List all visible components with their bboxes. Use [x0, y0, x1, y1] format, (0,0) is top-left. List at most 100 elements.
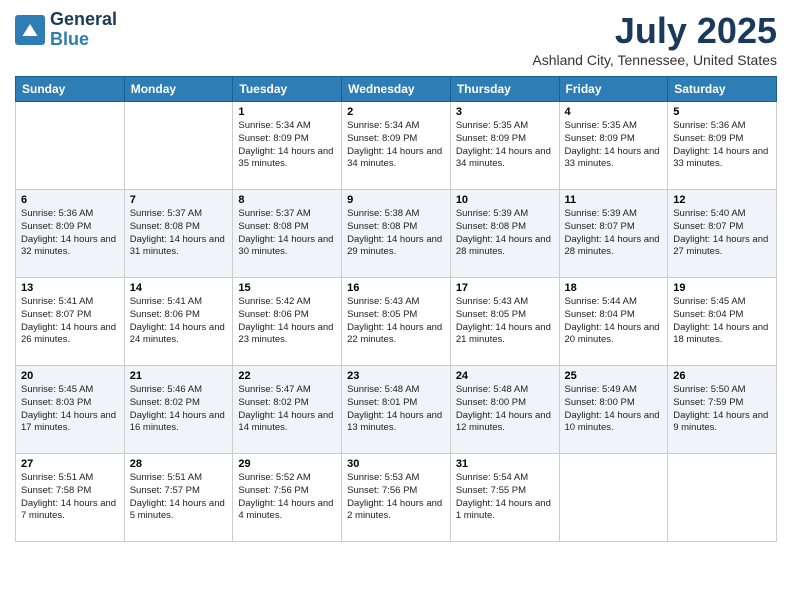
day-number: 3	[456, 106, 554, 118]
day-info: Sunrise: 5:35 AMSunset: 8:09 PMDaylight:…	[565, 120, 663, 171]
day-number: 15	[238, 282, 336, 294]
day-number: 25	[565, 370, 663, 382]
day-cell: 14 Sunrise: 5:41 AMSunset: 8:06 PMDayligh…	[124, 278, 233, 366]
day-cell: 2 Sunrise: 5:34 AMSunset: 8:09 PMDaylight…	[342, 102, 451, 190]
day-number: 7	[130, 194, 228, 206]
day-cell: 12Sunrise: 5:40 AMSunset: 8:07 PMDayligh…	[668, 190, 777, 278]
day-cell: 18 Sunrise: 5:44 AMSunset: 8:04 PMDayligh…	[559, 278, 668, 366]
day-cell: 3Sunrise: 5:35 AMSunset: 8:09 PMDaylight…	[450, 102, 559, 190]
day-cell: 20Sunrise: 5:45 AMSunset: 8:03 PMDayligh…	[16, 366, 125, 454]
day-number: 16	[347, 282, 445, 294]
day-number: 18	[565, 282, 663, 294]
day-number: 31	[456, 458, 554, 470]
day-cell	[668, 454, 777, 542]
day-number: 19	[673, 282, 771, 294]
day-number: 21	[130, 370, 228, 382]
week-row-4: 20Sunrise: 5:45 AMSunset: 8:03 PMDayligh…	[16, 366, 777, 454]
calendar-header: SundayMondayTuesdayWednesdayThursdayFrid…	[16, 77, 777, 102]
day-cell	[16, 102, 125, 190]
month-title: July 2025	[532, 10, 777, 52]
day-info: Sunrise: 5:49 AMSunset: 8:00 PMDaylight:…	[565, 384, 663, 435]
day-cell: 15 Sunrise: 5:42 AMSunset: 8:06 PMDayligh…	[233, 278, 342, 366]
day-info: Sunrise: 5:39 AMSunset: 8:08 PMDaylight:…	[456, 208, 554, 259]
day-info: Sunrise: 5:39 AMSunset: 8:07 PMDaylight:…	[565, 208, 663, 259]
header-cell-monday: Monday	[124, 77, 233, 102]
day-number: 24	[456, 370, 554, 382]
day-number: 6	[21, 194, 119, 206]
header-cell-tuesday: Tuesday	[233, 77, 342, 102]
day-cell: 13Sunrise: 5:41 AMSunset: 8:07 PMDayligh…	[16, 278, 125, 366]
day-cell: 8Sunrise: 5:37 AMSunset: 8:08 PMDaylight…	[233, 190, 342, 278]
day-cell: 21 Sunrise: 5:46 AMSunset: 8:02 PMDayligh…	[124, 366, 233, 454]
day-info: Sunrise: 5:42 AMSunset: 8:06 PMDaylight:…	[238, 296, 336, 347]
day-cell: 5Sunrise: 5:36 AMSunset: 8:09 PMDaylight…	[668, 102, 777, 190]
day-cell: 28Sunrise: 5:51 AMSunset: 7:57 PMDayligh…	[124, 454, 233, 542]
day-info: Sunrise: 5:51 AMSunset: 7:58 PMDaylight:…	[21, 472, 119, 523]
day-info: Sunrise: 5:48 AMSunset: 8:01 PMDaylight:…	[347, 384, 445, 435]
day-number: 27	[21, 458, 119, 470]
day-cell: 26Sunrise: 5:50 AMSunset: 7:59 PMDayligh…	[668, 366, 777, 454]
day-cell: 23 Sunrise: 5:48 AMSunset: 8:01 PMDayligh…	[342, 366, 451, 454]
day-info: Sunrise: 5:51 AMSunset: 7:57 PMDaylight:…	[130, 472, 228, 523]
day-number: 26	[673, 370, 771, 382]
day-number: 10	[456, 194, 554, 206]
day-number: 13	[21, 282, 119, 294]
header-cell-friday: Friday	[559, 77, 668, 102]
calendar-body: 1Sunrise: 5:34 AMSunset: 8:09 PMDaylight…	[16, 102, 777, 542]
location: Ashland City, Tennessee, United States	[532, 52, 777, 68]
day-cell: 16 Sunrise: 5:43 AMSunset: 8:05 PMDayligh…	[342, 278, 451, 366]
day-cell: 24Sunrise: 5:48 AMSunset: 8:00 PMDayligh…	[450, 366, 559, 454]
day-cell: 25 Sunrise: 5:49 AMSunset: 8:00 PMDayligh…	[559, 366, 668, 454]
day-info: Sunrise: 5:37 AMSunset: 8:08 PMDaylight:…	[238, 208, 336, 259]
day-info: Sunrise: 5:45 AMSunset: 8:04 PMDaylight:…	[673, 296, 771, 347]
day-number: 17	[456, 282, 554, 294]
day-cell: 19 Sunrise: 5:45 AMSunset: 8:04 PMDayligh…	[668, 278, 777, 366]
calendar-table: SundayMondayTuesdayWednesdayThursdayFrid…	[15, 76, 777, 542]
day-number: 2	[347, 106, 445, 118]
day-cell: 22Sunrise: 5:47 AMSunset: 8:02 PMDayligh…	[233, 366, 342, 454]
day-cell: 31Sunrise: 5:54 AMSunset: 7:55 PMDayligh…	[450, 454, 559, 542]
week-row-5: 27 Sunrise: 5:51 AMSunset: 7:58 PMDayligh…	[16, 454, 777, 542]
header-cell-sunday: Sunday	[16, 77, 125, 102]
day-info: Sunrise: 5:44 AMSunset: 8:04 PMDaylight:…	[565, 296, 663, 347]
day-cell: 10 Sunrise: 5:39 AMSunset: 8:08 PMDayligh…	[450, 190, 559, 278]
header-row: SundayMondayTuesdayWednesdayThursdayFrid…	[16, 77, 777, 102]
day-number: 11	[565, 194, 663, 206]
day-cell: 17 Sunrise: 5:43 AMSunset: 8:05 PMDayligh…	[450, 278, 559, 366]
week-row-2: 6 Sunrise: 5:36 AMSunset: 8:09 PMDaylight…	[16, 190, 777, 278]
day-number: 9	[347, 194, 445, 206]
day-info: Sunrise: 5:43 AMSunset: 8:05 PMDaylight:…	[456, 296, 554, 347]
day-info: Sunrise: 5:37 AMSunset: 8:08 PMDaylight:…	[130, 208, 228, 259]
day-cell: 29Sunrise: 5:52 AMSunset: 7:56 PMDayligh…	[233, 454, 342, 542]
day-info: Sunrise: 5:40 AMSunset: 8:07 PMDaylight:…	[673, 208, 771, 259]
header-cell-wednesday: Wednesday	[342, 77, 451, 102]
day-info: Sunrise: 5:46 AMSunset: 8:02 PMDaylight:…	[130, 384, 228, 435]
logo-icon	[15, 15, 45, 45]
day-info: Sunrise: 5:43 AMSunset: 8:05 PMDaylight:…	[347, 296, 445, 347]
day-info: Sunrise: 5:47 AMSunset: 8:02 PMDaylight:…	[238, 384, 336, 435]
day-number: 29	[238, 458, 336, 470]
day-info: Sunrise: 5:53 AMSunset: 7:56 PMDaylight:…	[347, 472, 445, 523]
day-cell: 9Sunrise: 5:38 AMSunset: 8:08 PMDaylight…	[342, 190, 451, 278]
day-info: Sunrise: 5:36 AMSunset: 8:09 PMDaylight:…	[21, 208, 119, 259]
logo-text: GeneralBlue	[50, 10, 117, 50]
day-number: 23	[347, 370, 445, 382]
header-cell-saturday: Saturday	[668, 77, 777, 102]
day-info: Sunrise: 5:34 AMSunset: 8:09 PMDaylight:…	[347, 120, 445, 171]
day-number: 4	[565, 106, 663, 118]
day-cell: 7 Sunrise: 5:37 AMSunset: 8:08 PMDaylight…	[124, 190, 233, 278]
page-header: GeneralBlue July 2025 Ashland City, Tenn…	[15, 10, 777, 68]
day-info: Sunrise: 5:41 AMSunset: 8:06 PMDaylight:…	[130, 296, 228, 347]
week-row-1: 1Sunrise: 5:34 AMSunset: 8:09 PMDaylight…	[16, 102, 777, 190]
title-block: July 2025 Ashland City, Tennessee, Unite…	[532, 10, 777, 68]
day-cell: 30Sunrise: 5:53 AMSunset: 7:56 PMDayligh…	[342, 454, 451, 542]
header-cell-thursday: Thursday	[450, 77, 559, 102]
day-number: 20	[21, 370, 119, 382]
day-cell: 6 Sunrise: 5:36 AMSunset: 8:09 PMDaylight…	[16, 190, 125, 278]
day-cell: 11 Sunrise: 5:39 AMSunset: 8:07 PMDayligh…	[559, 190, 668, 278]
logo: GeneralBlue	[15, 10, 117, 50]
day-cell: 4 Sunrise: 5:35 AMSunset: 8:09 PMDaylight…	[559, 102, 668, 190]
day-cell: 1Sunrise: 5:34 AMSunset: 8:09 PMDaylight…	[233, 102, 342, 190]
day-number: 14	[130, 282, 228, 294]
day-cell	[124, 102, 233, 190]
